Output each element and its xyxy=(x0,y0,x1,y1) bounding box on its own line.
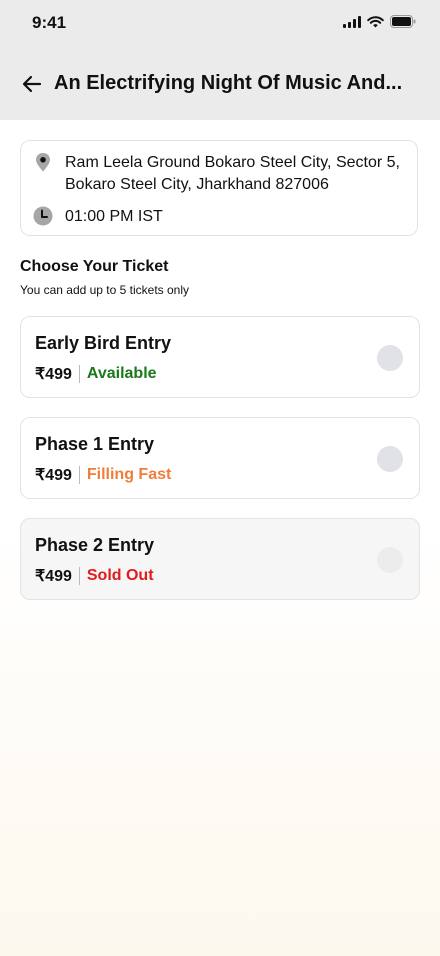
ticket-limit-note: You can add up to 5 tickets only xyxy=(20,283,190,297)
time-row: 01:00 PM IST xyxy=(33,206,163,228)
wifi-icon xyxy=(367,15,384,27)
cellular-signal-icon xyxy=(343,15,361,28)
ticket-status: Available xyxy=(86,365,157,382)
back-arrow-icon[interactable] xyxy=(20,72,44,96)
event-info-card: Ram Leela Ground Bokaro Steel City, Sect… xyxy=(20,140,418,236)
ticket-radio-disabled xyxy=(377,547,403,573)
meta-divider xyxy=(78,365,80,383)
meta-divider xyxy=(78,567,80,585)
address-row: Ram Leela Ground Bokaro Steel City, Sect… xyxy=(33,152,411,196)
status-bar: 9:41 xyxy=(0,0,440,48)
status-icons xyxy=(343,15,416,28)
ticket-meta: ₹499 Available xyxy=(35,364,157,384)
ticket-option-early-bird[interactable]: Early Bird Entry ₹499 Available xyxy=(20,316,420,398)
app-header: An Electrifying Night Of Music And... xyxy=(0,48,440,120)
ticket-radio[interactable] xyxy=(377,446,403,472)
clock-icon xyxy=(33,206,53,226)
ticket-meta: ₹499 Sold Out xyxy=(35,566,154,586)
ticket-status: Filling Fast xyxy=(86,466,172,483)
ticket-name: Phase 2 Entry xyxy=(35,535,155,555)
location-pin-icon xyxy=(36,153,50,172)
ticket-price: ₹499 xyxy=(35,366,72,383)
ticket-radio[interactable] xyxy=(377,345,403,371)
ticket-meta: ₹499 Filling Fast xyxy=(35,465,171,485)
meta-divider xyxy=(78,466,80,484)
ticket-option-phase-2: Phase 2 Entry ₹499 Sold Out xyxy=(20,518,420,600)
status-time: 9:41 xyxy=(32,13,67,32)
ticket-option-phase-1[interactable]: Phase 1 Entry ₹499 Filling Fast xyxy=(20,417,420,499)
ticket-status: Sold Out xyxy=(86,567,154,584)
event-time: 01:00 PM IST xyxy=(65,208,163,225)
ticket-price: ₹499 xyxy=(35,568,72,585)
event-address: Ram Leela Ground Bokaro Steel City, Sect… xyxy=(65,154,400,193)
battery-icon xyxy=(390,15,416,28)
ticket-price: ₹499 xyxy=(35,467,72,484)
ticket-name: Phase 1 Entry xyxy=(35,434,155,454)
ticket-name: Early Bird Entry xyxy=(35,333,172,353)
choose-ticket-heading: Choose Your Ticket xyxy=(20,258,169,275)
page-title: An Electrifying Night Of Music And... xyxy=(54,72,403,94)
